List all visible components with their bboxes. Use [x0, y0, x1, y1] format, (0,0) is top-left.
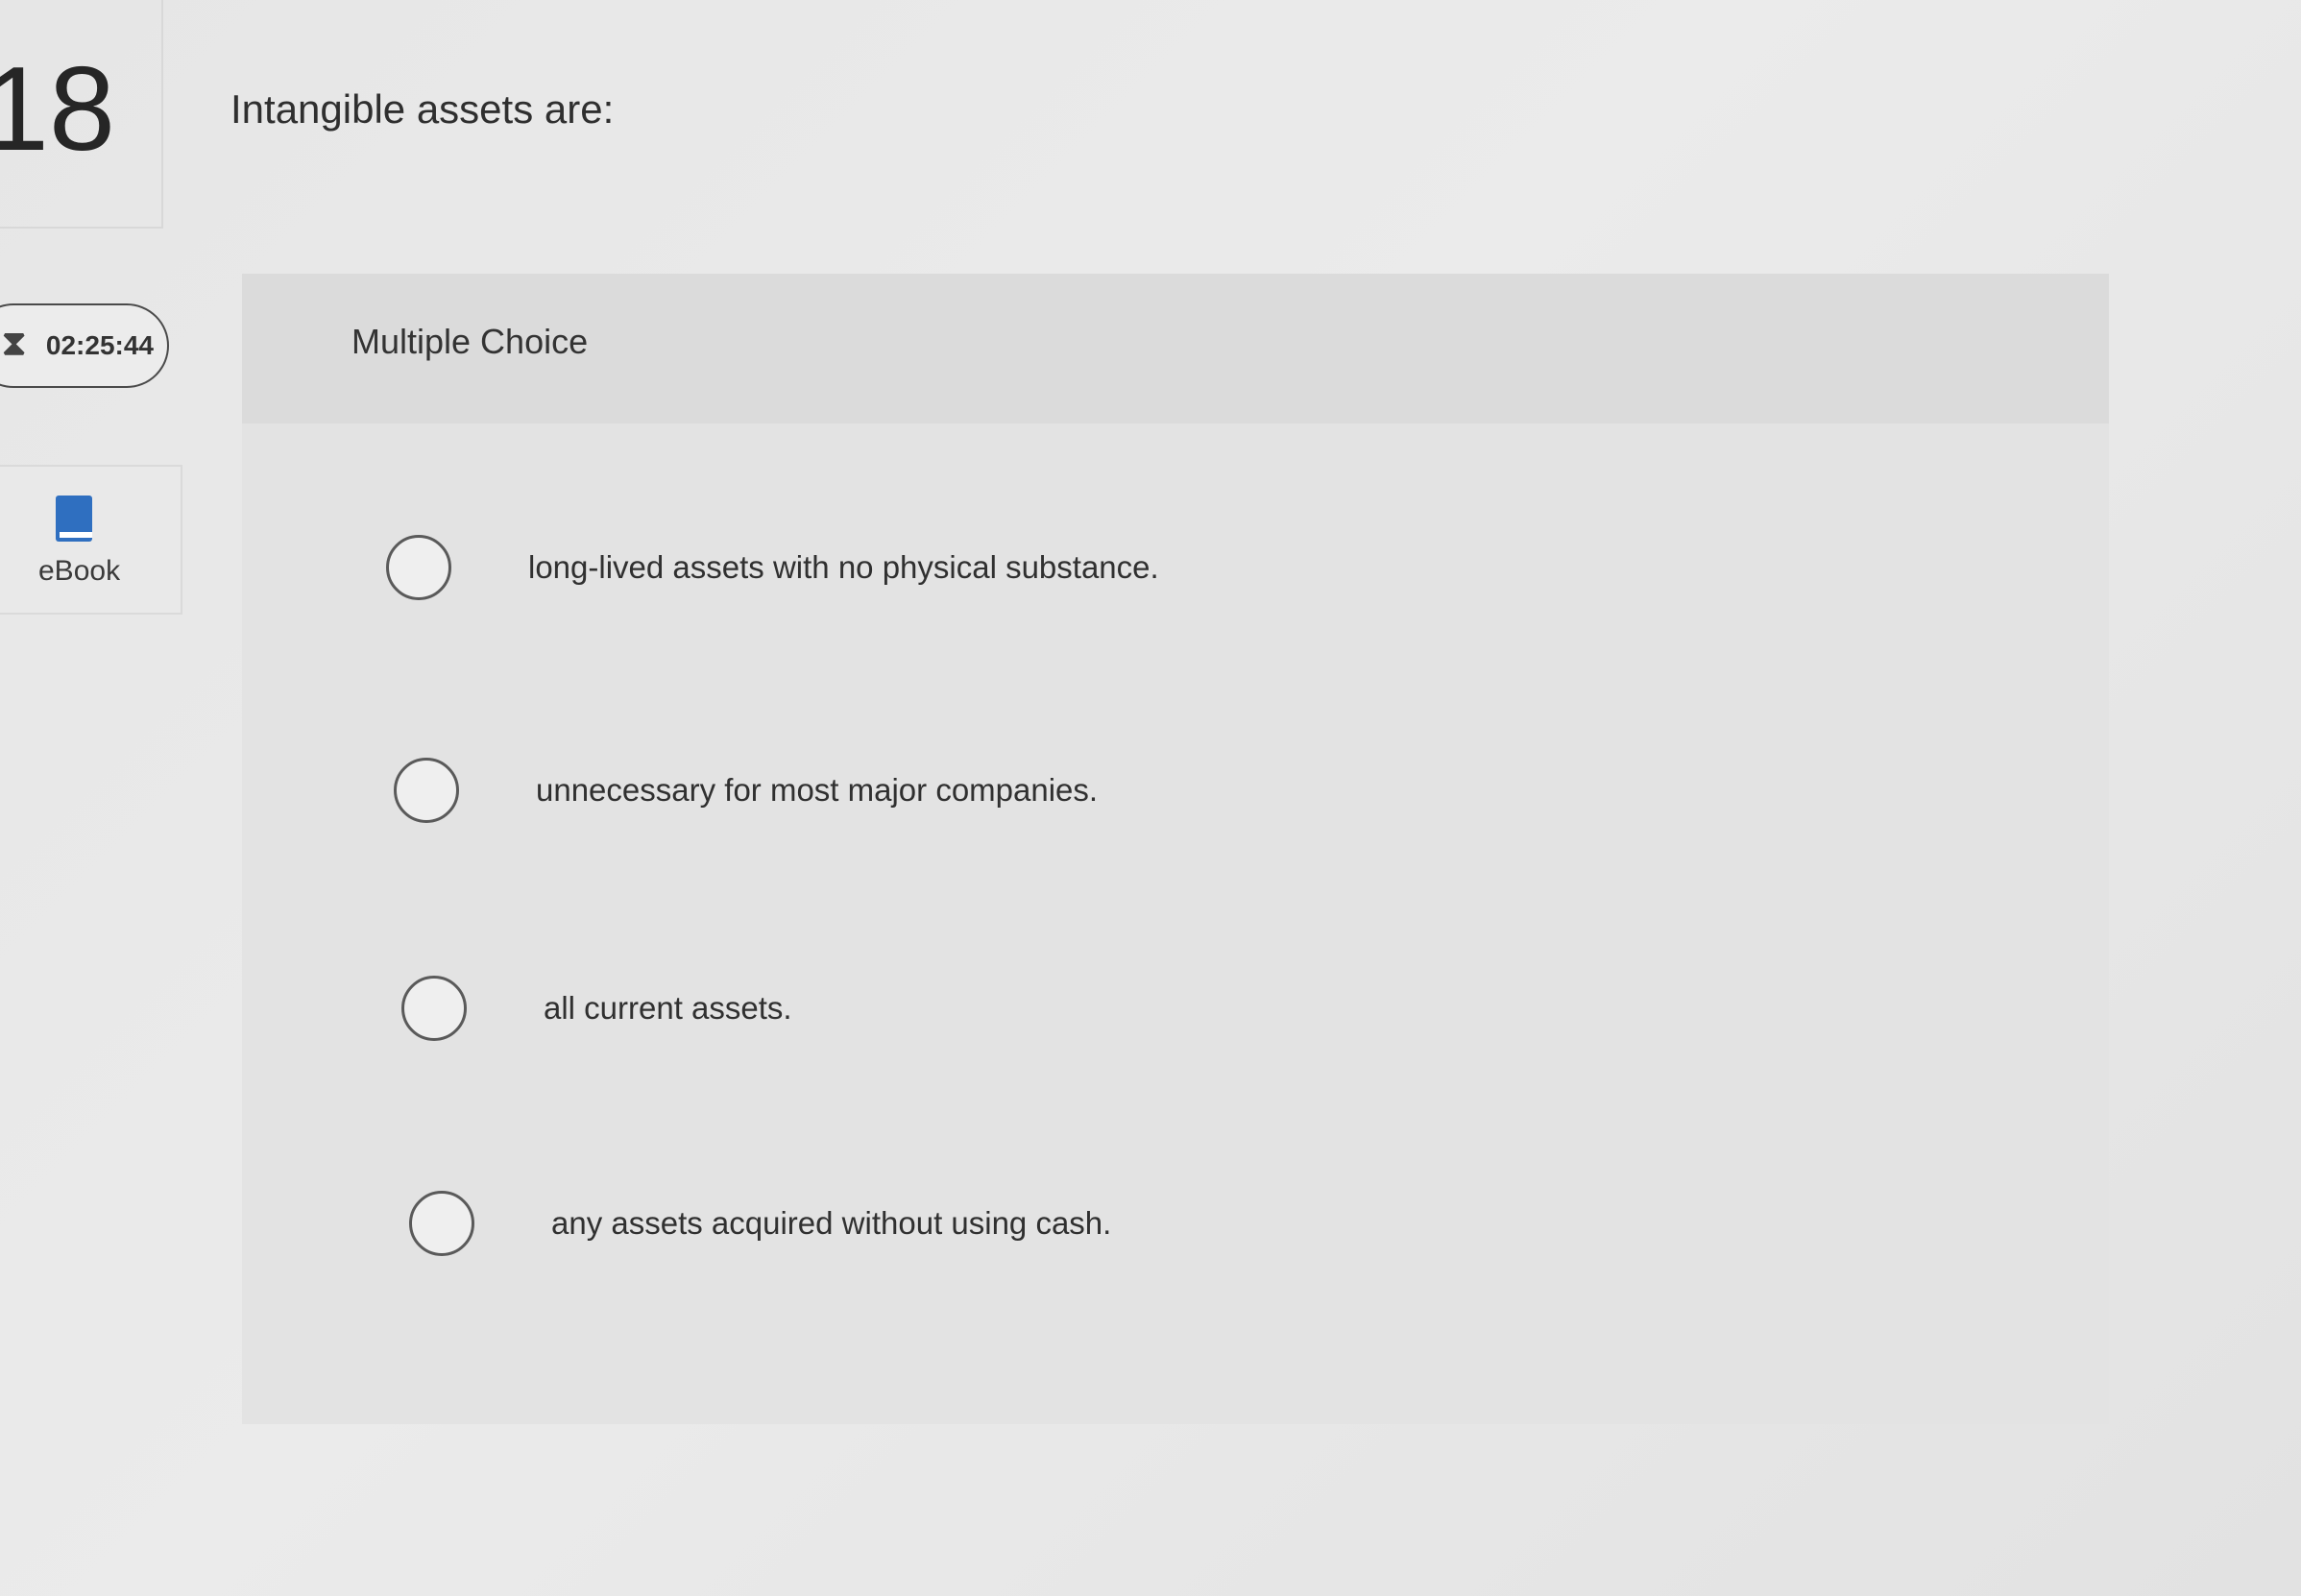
ebook-label: eBook: [38, 555, 121, 587]
answer-option-label: all current assets.: [544, 990, 792, 1026]
timer-value: 02:25:44: [45, 330, 154, 360]
question-number-box: 18: [0, 0, 163, 229]
question-prompt: Intangible assets are:: [230, 86, 615, 132]
radio-button[interactable]: [409, 1191, 474, 1256]
question-type-title: Multiple Choice: [351, 322, 589, 361]
ebook-button[interactable]: eBook: [0, 465, 182, 615]
answer-option-label: long-lived assets with no physical subst…: [528, 549, 1159, 585]
answer-option[interactable]: all current assets.: [401, 976, 792, 1041]
question-number: 18: [0, 43, 115, 176]
radio-button[interactable]: [386, 535, 451, 600]
card-header: Multiple Choice: [242, 274, 2109, 423]
radio-button[interactable]: [401, 976, 467, 1041]
book-icon: [56, 496, 92, 542]
answer-option[interactable]: unnecessary for most major companies.: [394, 758, 1098, 823]
answer-option-label: any assets acquired without using cash.: [551, 1205, 1112, 1241]
answer-option[interactable]: any assets acquired without using cash.: [409, 1191, 1111, 1256]
timer[interactable]: ⧗ 02:25:44: [0, 303, 169, 388]
radio-button[interactable]: [394, 758, 459, 823]
answer-option[interactable]: long-lived assets with no physical subst…: [386, 535, 1159, 600]
hourglass-icon: ⧗: [2, 323, 27, 362]
answer-option-label: unnecessary for most major companies.: [536, 772, 1099, 808]
